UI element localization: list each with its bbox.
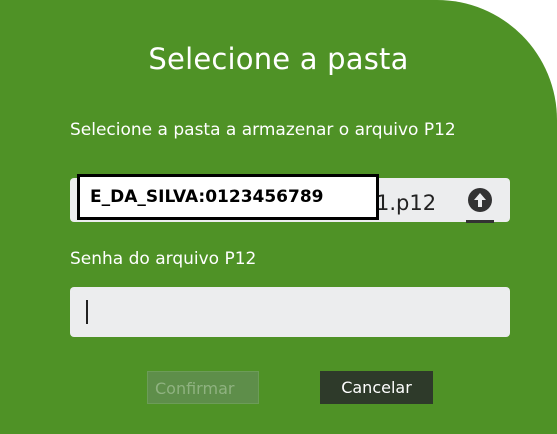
- dialog-panel: Selecione a pasta Selecione a pasta a ar…: [0, 0, 557, 434]
- file-path-suffix: 1.p12: [376, 191, 437, 215]
- upload-underline: [466, 220, 494, 223]
- confirm-button[interactable]: Confirmar: [147, 371, 259, 404]
- dialog-title: Selecione a pasta: [148, 42, 409, 76]
- password-input[interactable]: [70, 287, 510, 337]
- folder-label: Selecione a pasta a armazenar o arquivo …: [70, 120, 456, 140]
- text-caret: [86, 300, 88, 324]
- file-name-tooltip: E_DA_SILVA:0123456789: [77, 174, 379, 220]
- cancel-button[interactable]: Cancelar: [320, 371, 433, 404]
- password-label: Senha do arquivo P12: [70, 249, 257, 269]
- upload-icon[interactable]: [466, 186, 494, 214]
